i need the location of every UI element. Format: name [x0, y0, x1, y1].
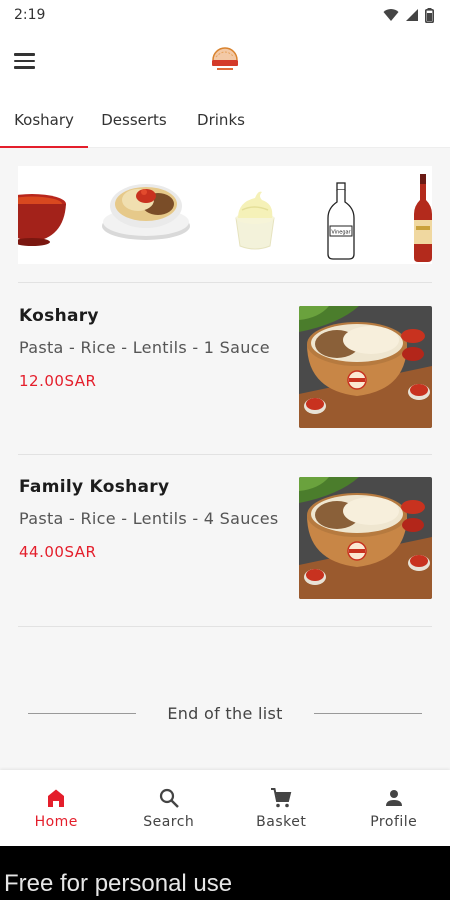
koshary-bowl-image	[299, 306, 432, 428]
hamburger-menu-icon[interactable]	[14, 46, 44, 76]
app-bar	[0, 30, 450, 92]
nav-search[interactable]: Search	[113, 770, 226, 846]
product-card[interactable]: Family Koshary Pasta - Rice - Lentils - …	[18, 477, 432, 607]
signal-icon	[406, 9, 418, 21]
nav-home[interactable]: Home	[0, 770, 113, 846]
sauce-bowl-image	[18, 194, 66, 246]
product-card[interactable]: Koshary Pasta - Rice - Lentils - 1 Sauce…	[18, 306, 432, 436]
family-koshary-bowl-image	[299, 477, 432, 599]
person-icon	[385, 790, 402, 806]
end-line-left	[28, 712, 136, 714]
end-of-list: End of the list	[28, 698, 422, 728]
tab-desserts[interactable]: Desserts	[90, 92, 178, 148]
tab-label: Desserts	[101, 111, 167, 129]
nav-profile[interactable]: Profile	[338, 770, 450, 846]
status-icons	[383, 7, 434, 23]
category-tabs: Koshary Desserts Drinks	[0, 92, 450, 148]
nav-label: Profile	[370, 814, 418, 830]
divider	[18, 454, 432, 455]
footer-text: Free for personal use	[4, 870, 233, 897]
tab-koshary[interactable]: Koshary	[0, 92, 88, 148]
product-name: Koshary	[19, 306, 99, 326]
end-of-list-text: End of the list	[167, 703, 283, 723]
tab-label: Koshary	[14, 111, 74, 129]
cart-icon	[271, 788, 292, 808]
tab-label: Drinks	[197, 111, 245, 129]
brand-logo	[212, 47, 238, 70]
home-icon	[48, 789, 65, 807]
product-price: 44.00SAR	[19, 543, 97, 561]
ice-cream-cup-image	[235, 191, 275, 250]
vinegar-bottle-image: Vinegar	[327, 182, 355, 260]
drink-bottle-image	[414, 174, 432, 262]
nav-label: Basket	[256, 814, 307, 830]
wifi-icon	[383, 9, 399, 21]
battery-icon	[425, 7, 434, 23]
product-description: Pasta - Rice - Lentils - 4 Sauces	[19, 509, 279, 528]
status-time: 2:19	[14, 7, 46, 23]
divider	[18, 282, 432, 283]
nav-label: Search	[143, 814, 195, 830]
product-name: Family Koshary	[19, 477, 170, 497]
koshary-plate-image	[102, 184, 190, 240]
bottom-navigation: Home Search Basket Profile	[0, 770, 450, 846]
product-price: 12.00SAR	[19, 372, 97, 390]
end-line-right	[314, 712, 422, 714]
nav-label: Home	[34, 814, 78, 830]
search-icon	[159, 788, 179, 808]
product-description: Pasta - Rice - Lentils - 1 Sauce	[19, 338, 270, 357]
status-bar: 2:19	[0, 0, 450, 30]
divider	[18, 626, 432, 627]
tab-drinks[interactable]: Drinks	[178, 92, 264, 148]
nav-basket[interactable]: Basket	[225, 770, 338, 846]
category-banner[interactable]: Vinegar	[18, 166, 432, 264]
vinegar-label: Vinegar	[331, 230, 351, 236]
footer-bar: Free for personal use	[0, 846, 450, 900]
